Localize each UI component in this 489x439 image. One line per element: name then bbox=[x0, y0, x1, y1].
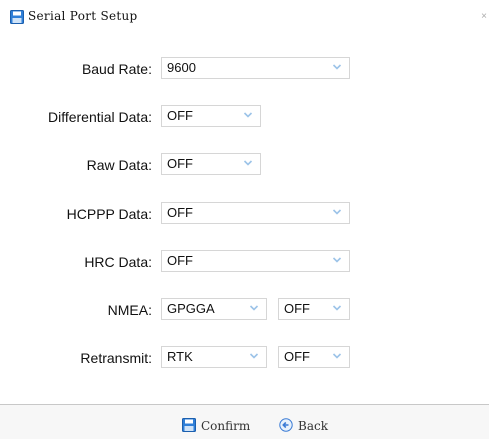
retransmit-type-select[interactable]: RTK bbox=[161, 346, 267, 368]
hrc-data-select[interactable]: OFF bbox=[161, 250, 350, 272]
hcppp-data-select[interactable]: OFF bbox=[161, 202, 350, 224]
hcppp-data-value: OFF bbox=[167, 205, 193, 220]
raw-data-value: OFF bbox=[167, 156, 193, 171]
footer-bar: Confirm Back bbox=[0, 404, 489, 439]
raw-data-select[interactable]: OFF bbox=[161, 153, 261, 175]
baud-rate-select[interactable]: 9600 bbox=[161, 57, 350, 79]
differential-data-value: OFF bbox=[167, 108, 193, 123]
hrc-data-row: HRC Data: OFF bbox=[0, 250, 489, 276]
nmea-rate-select[interactable]: OFF bbox=[278, 298, 350, 320]
title-bar: Serial Port Setup × bbox=[0, 0, 489, 34]
nmea-row: NMEA: GPGGA OFF bbox=[0, 298, 489, 324]
retransmit-type-value: RTK bbox=[167, 349, 193, 364]
hcppp-data-label: HCPPP Data: bbox=[66, 206, 152, 222]
differential-data-select[interactable]: OFF bbox=[161, 105, 261, 127]
chevron-down-icon bbox=[332, 353, 342, 359]
baud-rate-label: Baud Rate: bbox=[81, 61, 152, 77]
differential-data-label: Differential Data: bbox=[47, 109, 152, 125]
nmea-type-value: GPGGA bbox=[167, 301, 215, 316]
chevron-down-icon bbox=[332, 257, 342, 263]
retransmit-state-select[interactable]: OFF bbox=[278, 346, 350, 368]
retransmit-label: Retransmit: bbox=[80, 350, 152, 366]
retransmit-state-value: OFF bbox=[284, 349, 310, 364]
save-icon bbox=[10, 10, 24, 24]
back-arrow-icon bbox=[279, 418, 293, 432]
window-title: Serial Port Setup bbox=[28, 9, 138, 23]
retransmit-row: Retransmit: RTK OFF bbox=[0, 346, 489, 372]
chevron-down-icon bbox=[249, 305, 259, 311]
raw-data-label: Raw Data: bbox=[86, 157, 152, 173]
confirm-label: Confirm bbox=[201, 419, 251, 433]
chevron-down-icon bbox=[243, 112, 253, 118]
differential-data-row: Differential Data: OFF bbox=[0, 105, 489, 131]
chevron-down-icon bbox=[332, 305, 342, 311]
back-button[interactable]: Back bbox=[279, 417, 339, 435]
close-icon[interactable]: × bbox=[481, 11, 487, 22]
chevron-down-icon bbox=[332, 209, 342, 215]
chevron-down-icon bbox=[332, 64, 342, 70]
baud-rate-row: Baud Rate: 9600 bbox=[0, 57, 489, 83]
hcppp-data-row: HCPPP Data: OFF bbox=[0, 202, 489, 228]
nmea-type-select[interactable]: GPGGA bbox=[161, 298, 267, 320]
save-icon bbox=[182, 418, 196, 432]
hrc-data-label: HRC Data: bbox=[84, 254, 152, 270]
confirm-button[interactable]: Confirm bbox=[182, 417, 262, 435]
nmea-rate-value: OFF bbox=[284, 301, 310, 316]
chevron-down-icon bbox=[243, 160, 253, 166]
raw-data-row: Raw Data: OFF bbox=[0, 153, 489, 179]
nmea-label: NMEA: bbox=[107, 302, 152, 318]
back-label: Back bbox=[298, 419, 328, 433]
hrc-data-value: OFF bbox=[167, 253, 193, 268]
chevron-down-icon bbox=[249, 353, 259, 359]
baud-rate-value: 9600 bbox=[167, 60, 196, 75]
